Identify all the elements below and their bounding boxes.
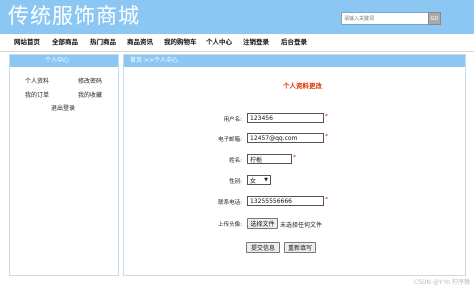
name-label: 姓名: (229, 158, 242, 164)
sidebar-item-change-password[interactable]: 修改密码 (78, 76, 102, 85)
sidebar-item-orders[interactable]: 我的订单 (25, 90, 49, 99)
sidebar-item-favorites[interactable]: 我的收藏 (78, 90, 102, 99)
file-status: 未选择任何文件 (280, 222, 323, 229)
sidebar-title: 个人中心 (10, 55, 118, 67)
required-mark: * (293, 154, 296, 161)
submit-button[interactable]: 提交信息 (246, 242, 280, 253)
avatar-label: 上传头像: (218, 222, 242, 228)
chevron-down-icon: ▼ (264, 177, 268, 183)
gender-select[interactable]: 女 ▼ (247, 175, 271, 185)
phone-field[interactable] (247, 196, 324, 206)
nav-item-logout[interactable]: 注销登录 (243, 34, 269, 51)
user-center-sidebar: 个人中心 个人资料 修改密码 我的订单 我的收藏 退出登录 (9, 54, 119, 276)
nav-item-cart[interactable]: 我的购物车 (164, 34, 197, 51)
email-field[interactable] (247, 133, 324, 143)
gender-value: 女 (250, 177, 257, 185)
profile-panel: 首页 >>个人中心 个人资料更改 用户名: * 电子邮箱: * 姓名: * 性别… (123, 54, 466, 276)
required-mark: * (325, 133, 328, 140)
form-title: 个人资料更改 (283, 82, 322, 90)
breadcrumb: 首页 >>个人中心 (124, 55, 465, 67)
username-label: 用户名: (223, 117, 242, 123)
name-field[interactable] (247, 154, 292, 164)
username-field[interactable] (247, 113, 324, 123)
choose-file-button[interactable]: 选择文件 (247, 218, 278, 229)
required-mark: * (325, 196, 328, 203)
watermark: CSDN @Y'm 柠序猿 (413, 279, 470, 286)
email-label: 电子邮箱: (218, 137, 242, 143)
reset-button[interactable]: 重新填写 (284, 242, 316, 253)
header-bar: 传统服饰商城 GO (0, 0, 474, 34)
main-nav: 网站首页 全部商品 热门商品 商品资讯 我的购物车 个人中心 注销登录 后台登录 (0, 34, 474, 52)
required-mark: * (325, 113, 328, 120)
site-title: 传统服饰商城 (8, 4, 140, 28)
nav-item-profile[interactable]: 个人中心 (206, 34, 232, 51)
nav-item-news[interactable]: 商品资讯 (127, 34, 153, 51)
search-input[interactable] (341, 12, 429, 25)
nav-item-all-products[interactable]: 全部商品 (52, 34, 78, 51)
sidebar-item-logout[interactable]: 退出登录 (51, 103, 75, 112)
nav-item-home[interactable]: 网站首页 (14, 34, 40, 51)
nav-item-admin-login[interactable]: 后台登录 (281, 34, 307, 51)
sidebar-item-profile[interactable]: 个人资料 (25, 76, 49, 85)
nav-item-hot-products[interactable]: 热门商品 (90, 34, 116, 51)
phone-label: 联系电话: (218, 200, 242, 206)
gender-label: 性别: (229, 179, 242, 185)
search-button[interactable]: GO (428, 12, 441, 25)
